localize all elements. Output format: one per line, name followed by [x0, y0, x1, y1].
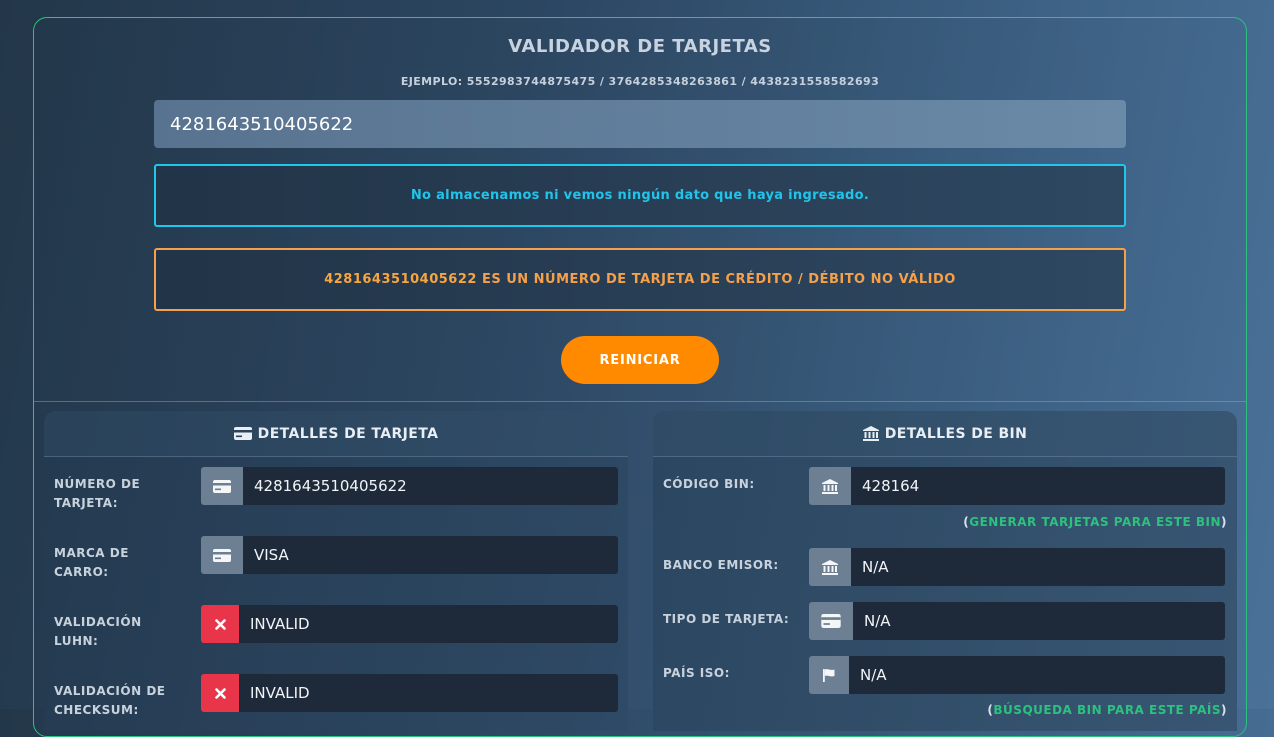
- iso-country-field: N/A: [809, 656, 1225, 694]
- checksum-value: INVALID: [239, 674, 618, 712]
- issuer-bank-value: N/A: [851, 548, 1225, 586]
- card-brand-label: MARCA DE CARRO:: [54, 546, 129, 579]
- page-title: VALIDADOR DE TARJETAS: [508, 36, 772, 57]
- card-details-title: DETALLES DE TARJETA: [257, 425, 439, 442]
- bin-search-country-link[interactable]: (BÚSQUEDA BIN PARA ESTE PAÍS): [987, 703, 1227, 717]
- privacy-notice: No almacenamos ni vemos ningún dato que …: [154, 164, 1126, 227]
- credit-card-icon: [201, 536, 243, 574]
- bank-icon: [809, 467, 851, 505]
- bin-details-header: DETALLES DE BIN: [653, 411, 1237, 457]
- privacy-notice-text: No almacenamos ni vemos ningún dato que …: [410, 188, 870, 203]
- iso-country-label: PAÍS ISO:: [663, 666, 730, 680]
- card-number-label: NÚMERO DE TARJETA:: [54, 477, 141, 510]
- generate-cards-link[interactable]: (GENERAR TARJETAS PARA ESTE BIN): [963, 515, 1227, 529]
- card-details-header: DETALLES DE TARJETA: [44, 411, 628, 457]
- bin-code-value: 428164: [851, 467, 1225, 505]
- example-numbers: EJEMPLO: 5552983744875475 / 376428534826…: [400, 75, 880, 88]
- bin-details-panel: DETALLES DE BIN CÓDIGO BIN: 428164 (GENE…: [653, 411, 1237, 731]
- reset-button[interactable]: REINICIAR: [561, 336, 719, 384]
- iso-country-value: N/A: [849, 656, 1225, 694]
- section-divider: [34, 401, 1246, 402]
- credit-card-icon: [809, 602, 853, 640]
- issuer-bank-label: BANCO EMISOR:: [663, 558, 779, 572]
- card-number-field: 4281643510405622: [201, 467, 618, 505]
- luhn-value: INVALID: [239, 605, 618, 643]
- generate-cards-link-text[interactable]: GENERAR TARJETAS PARA ESTE BIN: [969, 515, 1221, 529]
- luhn-field: INVALID: [201, 605, 618, 643]
- card-type-field: N/A: [809, 602, 1225, 640]
- credit-card-icon: [233, 427, 252, 440]
- bin-code-label: CÓDIGO BIN:: [663, 477, 755, 491]
- card-number-value: 4281643510405622: [243, 467, 618, 505]
- card-number-input[interactable]: [154, 100, 1126, 148]
- card-brand-field: VISA: [201, 536, 618, 574]
- card-brand-value: VISA: [243, 536, 618, 574]
- flag-icon: [809, 656, 849, 694]
- bin-code-field: 428164: [809, 467, 1225, 505]
- checksum-field: INVALID: [201, 674, 618, 712]
- card-type-label: TIPO DE TARJETA:: [663, 612, 790, 626]
- result-message: ES UN NÚMERO DE TARJETA DE CRÉDITO / DÉB…: [481, 272, 956, 287]
- checksum-label: VALIDACIÓN DE CHECKSUM:: [54, 684, 166, 717]
- bank-icon: [862, 426, 879, 441]
- validator-card: VALIDADOR DE TARJETAS EJEMPLO: 555298374…: [33, 17, 1247, 737]
- x-icon: [201, 674, 239, 712]
- credit-card-icon: [201, 467, 243, 505]
- card-details-panel: DETALLES DE TARJETA NÚMERO DE TARJETA: 4…: [44, 411, 628, 731]
- luhn-label: VALIDACIÓN LUHN:: [54, 615, 142, 648]
- result-card-number: 4281643510405622: [324, 272, 477, 287]
- bank-icon: [809, 548, 851, 586]
- issuer-bank-field: N/A: [809, 548, 1225, 586]
- x-icon: [201, 605, 239, 643]
- bin-details-title: DETALLES DE BIN: [884, 425, 1028, 442]
- validation-result: 4281643510405622 ES UN NÚMERO DE TARJETA…: [154, 248, 1126, 311]
- bin-search-country-link-text[interactable]: BÚSQUEDA BIN PARA ESTE PAÍS: [993, 703, 1221, 717]
- card-type-value: N/A: [853, 602, 1225, 640]
